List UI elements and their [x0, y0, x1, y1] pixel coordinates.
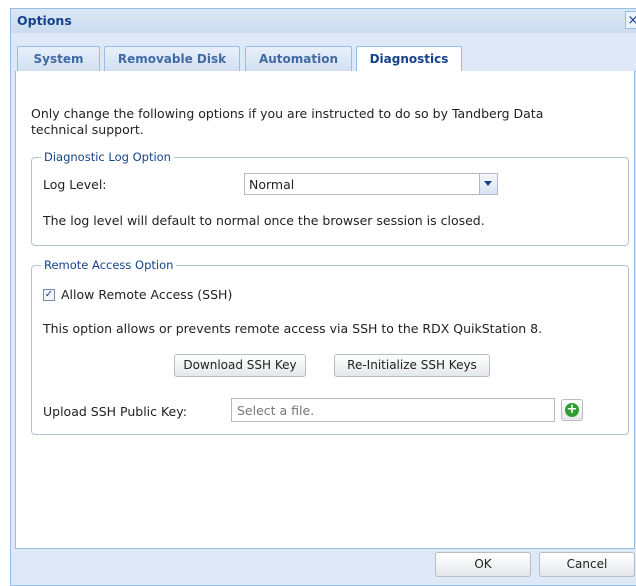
- remote-access-legend: Remote Access Option: [41, 258, 177, 272]
- download-ssh-key-button[interactable]: Download SSH Key: [174, 354, 306, 377]
- tab-diagnostics[interactable]: Diagnostics: [356, 46, 462, 72]
- cancel-button[interactable]: Cancel: [539, 552, 635, 577]
- diagnostic-log-fieldset: Diagnostic Log Option Log Level: Normal …: [31, 150, 629, 246]
- remote-access-description: This option allows or prevents remote ac…: [43, 321, 543, 336]
- reinitialize-ssh-keys-button[interactable]: Re-Initialize SSH Keys: [334, 354, 490, 377]
- log-level-note: The log level will default to normal onc…: [43, 213, 485, 228]
- allow-remote-access-checkbox[interactable]: ✓: [43, 289, 55, 301]
- close-icon[interactable]: ×: [625, 11, 636, 29]
- add-icon: +: [565, 402, 579, 417]
- tab-removable-disk[interactable]: Removable Disk: [104, 46, 240, 71]
- upload-ssh-key-field[interactable]: Select a file.: [231, 398, 555, 422]
- log-level-label: Log Level:: [43, 177, 107, 192]
- options-window: Options × System Removable Disk Automati…: [10, 8, 636, 586]
- diagnostic-log-legend: Diagnostic Log Option: [41, 150, 174, 164]
- chevron-down-icon[interactable]: [479, 174, 497, 194]
- allow-remote-access-label[interactable]: Allow Remote Access (SSH): [61, 287, 232, 302]
- window-title: Options: [17, 13, 72, 28]
- remote-access-fieldset: Remote Access Option ✓ Allow Remote Acce…: [31, 258, 629, 435]
- upload-ssh-key-placeholder: Select a file.: [237, 403, 315, 418]
- tab-system[interactable]: System: [17, 46, 100, 71]
- intro-text-line1: Only change the following options if you…: [31, 106, 544, 121]
- add-file-button[interactable]: +: [561, 399, 583, 421]
- ok-button[interactable]: OK: [435, 552, 531, 577]
- log-level-value: Normal: [249, 177, 295, 192]
- diagnostics-panel: Only change the following options if you…: [15, 71, 635, 549]
- window-titlebar[interactable]: Options ×: [11, 9, 636, 33]
- intro-text-line2: technical support.: [31, 122, 144, 137]
- log-level-select[interactable]: Normal: [244, 173, 498, 195]
- tab-automation[interactable]: Automation: [245, 46, 352, 71]
- tab-strip: System Removable Disk Automation Diagnos…: [15, 46, 636, 72]
- upload-ssh-key-label: Upload SSH Public Key:: [43, 404, 187, 419]
